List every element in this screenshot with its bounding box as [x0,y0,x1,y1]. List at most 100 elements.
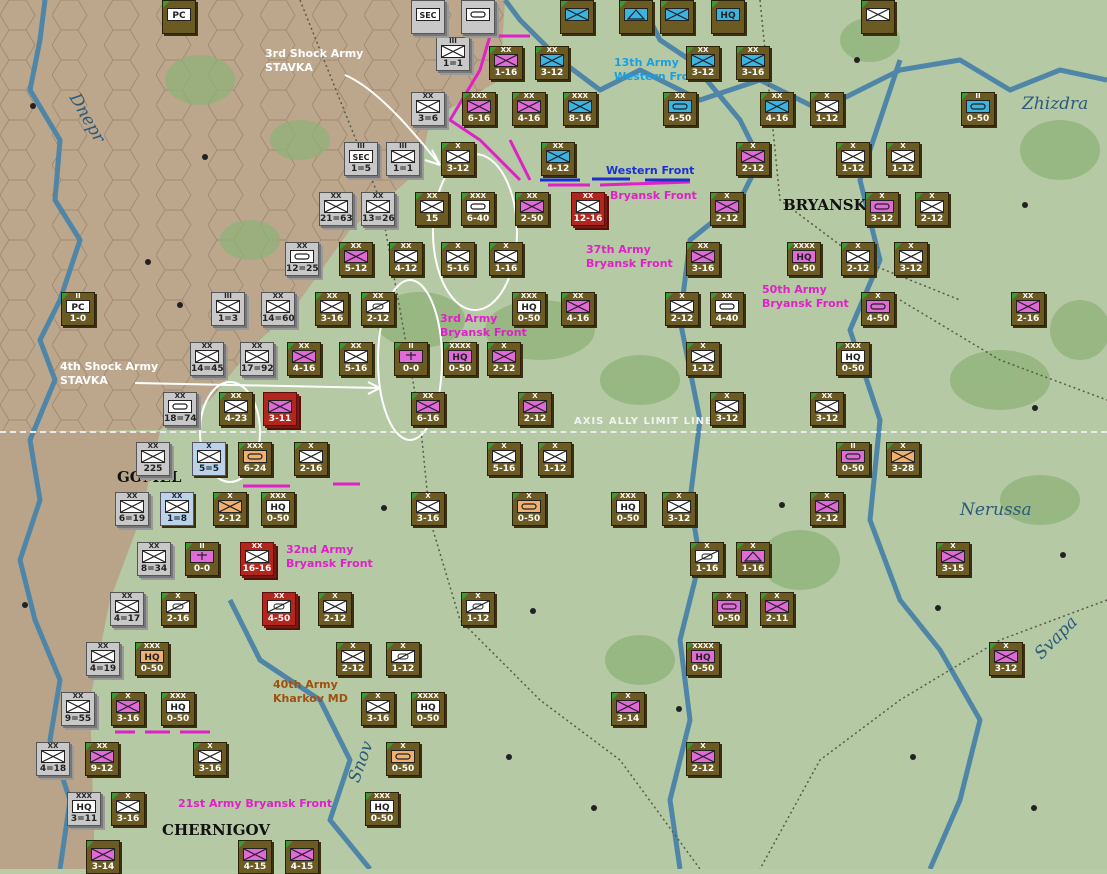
unit-counter[interactable]: XX 3-12 [535,46,569,80]
unit-counter[interactable]: XX 4-12 [389,242,423,276]
unit-counter[interactable]: X 4-50 [861,292,895,326]
unit-counter[interactable]: XXX HQ 0-50 [135,642,169,676]
unit-counter[interactable]: X 3-12 [894,242,928,276]
map-board[interactable] [0,0,1107,869]
unit-counter[interactable]: XX 1=8 [160,492,194,526]
unit-counter[interactable]: XX 4-50 [663,92,697,126]
unit-counter[interactable]: X 2-12 [213,492,247,526]
unit-counter[interactable]: X 1-12 [886,142,920,176]
unit-counter[interactable]: XX 21=63 [319,192,353,226]
unit-counter[interactable]: X 3-16 [111,692,145,726]
unit-counter[interactable]: X 1-12 [836,142,870,176]
unit-counter[interactable]: X 2-12 [318,592,352,626]
unit-counter[interactable]: XX 12-16 [571,192,605,226]
unit-counter[interactable]: X 5-16 [441,242,475,276]
unit-counter[interactable]: X 0-50 [712,592,746,626]
unit-counter[interactable]: XXX 6-16 [462,92,496,126]
unit-counter[interactable]: XX 3-16 [315,292,349,326]
unit-counter[interactable]: XX 4-40 [710,292,744,326]
unit-counter[interactable]: XXX 8-16 [563,92,597,126]
unit-counter[interactable]: X 2-12 [336,642,370,676]
unit-counter[interactable]: XXX HQ 0-50 [261,492,295,526]
unit-counter[interactable]: X 2-12 [841,242,875,276]
unit-counter[interactable]: XXX HQ 0-50 [365,792,399,826]
unit-counter[interactable]: X 2-11 [760,592,794,626]
unit-counter[interactable]: III 1=1 [436,37,470,71]
unit-counter[interactable]: XX 9-12 [85,742,119,776]
unit-counter[interactable] [619,0,653,34]
unit-counter[interactable]: XX 5-12 [339,242,373,276]
unit-counter[interactable]: XX 15 [415,192,449,226]
unit-counter[interactable]: 3-11 [263,392,297,426]
unit-counter[interactable]: XX 3-12 [810,392,844,426]
unit-counter[interactable]: XX 13=26 [361,192,395,226]
unit-counter[interactable]: XX 8=34 [137,542,171,576]
unit-counter[interactable]: XX 9=55 [61,692,95,726]
unit-counter[interactable]: X 0-50 [386,742,420,776]
unit-counter[interactable]: X 5=5 [192,442,226,476]
unit-counter[interactable]: X 3-16 [361,692,395,726]
unit-counter[interactable]: XXX HQ 0-50 [611,492,645,526]
unit-counter[interactable]: SEC [411,0,445,34]
unit-counter[interactable]: XX 6=19 [115,492,149,526]
unit-counter[interactable]: X 1-16 [690,542,724,576]
unit-counter[interactable]: XX 4=17 [110,592,144,626]
unit-counter[interactable]: XXX 6-24 [238,442,272,476]
unit-counter[interactable]: X 2-12 [810,492,844,526]
unit-counter[interactable]: XXX HQ 0-50 [512,292,546,326]
unit-counter[interactable]: XX 4=19 [86,642,120,676]
unit-counter[interactable]: X 3-14 [611,692,645,726]
unit-counter[interactable]: XX 18=74 [163,392,197,426]
unit-counter[interactable]: X 3-28 [886,442,920,476]
unit-counter[interactable]: XX 4-16 [512,92,546,126]
unit-counter[interactable]: XX 12=25 [285,242,319,276]
unit-counter[interactable]: XX 6-16 [411,392,445,426]
unit-counter[interactable]: XX 4-50 [262,592,296,626]
unit-counter[interactable]: X 3-16 [411,492,445,526]
unit-counter[interactable]: X 3-16 [111,792,145,826]
unit-counter[interactable]: X 3-12 [989,642,1023,676]
unit-counter[interactable]: II 0-50 [836,442,870,476]
unit-counter[interactable]: X 3-12 [710,392,744,426]
unit-counter[interactable]: PC [162,0,196,34]
unit-counter[interactable]: XXX HQ 3=11 [67,792,101,826]
unit-counter[interactable]: X 1-12 [461,592,495,626]
unit-counter[interactable]: X 3-12 [441,142,475,176]
unit-counter[interactable]: XX 1-16 [489,46,523,80]
unit-counter[interactable]: XXX 6-40 [461,192,495,226]
unit-counter[interactable]: X 3-12 [662,492,696,526]
unit-counter[interactable]: XX 4-16 [561,292,595,326]
unit-counter[interactable]: XX 4=18 [36,742,70,776]
unit-counter[interactable]: XX 4-16 [287,342,321,376]
unit-counter[interactable]: XXXX HQ 0-50 [787,242,821,276]
unit-counter[interactable]: X 3-16 [193,742,227,776]
unit-counter[interactable]: X 0-50 [512,492,546,526]
unit-counter[interactable]: HQ [711,0,745,34]
unit-counter[interactable]: XX 2-12 [361,292,395,326]
unit-counter[interactable]: X 5-16 [487,442,521,476]
unit-counter[interactable]: XX 4-12 [541,142,575,176]
unit-counter[interactable]: XX 225 [136,442,170,476]
unit-counter[interactable]: X 2-12 [518,392,552,426]
unit-counter[interactable]: X 2-16 [294,442,328,476]
unit-counter[interactable]: X 3-12 [865,192,899,226]
unit-counter[interactable]: XXXX HQ 0-50 [411,692,445,726]
unit-counter[interactable]: XX 3-12 [686,46,720,80]
unit-counter[interactable]: X 2-12 [686,742,720,776]
unit-counter[interactable]: XX 4-16 [760,92,794,126]
unit-counter[interactable]: XX 14=60 [261,292,295,326]
unit-counter[interactable]: II 0-0 [394,342,428,376]
unit-counter[interactable]: XXXX HQ 0-50 [686,642,720,676]
unit-counter[interactable]: X 2-12 [665,292,699,326]
unit-counter[interactable]: XX 3-16 [686,242,720,276]
unit-counter[interactable]: XX 14=45 [190,342,224,376]
unit-counter[interactable]: XX 16-16 [240,542,274,576]
unit-counter[interactable]: X 2-12 [736,142,770,176]
unit-counter[interactable]: XX 5-16 [339,342,373,376]
unit-counter[interactable]: X 2-16 [161,592,195,626]
unit-counter[interactable]: X 1-16 [736,542,770,576]
unit-counter[interactable]: X 2-12 [710,192,744,226]
unit-counter[interactable]: III 1=3 [211,292,245,326]
unit-counter[interactable]: XX 17=92 [240,342,274,376]
unit-counter[interactable]: X 1-12 [386,642,420,676]
